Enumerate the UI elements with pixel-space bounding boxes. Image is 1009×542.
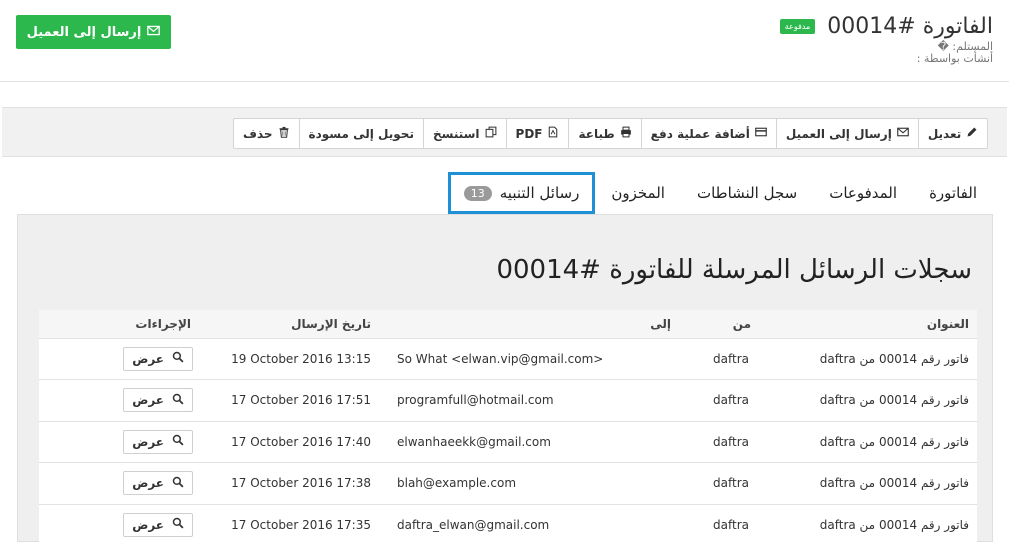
message-log-table: العنوان من إلى تاريخ الإرسال الإجراءات ف… (39, 310, 977, 542)
print-icon (620, 126, 632, 141)
pencil-icon (966, 126, 978, 141)
edit-button[interactable]: تعديل (917, 119, 987, 148)
send-to-client-label: إرسال إلى العميل (26, 24, 142, 40)
row-to: So What <elwan.vip@gmail.com> (379, 338, 679, 380)
tab-notifications-label: رسائل التنبيه (499, 184, 580, 202)
send-to-client-button[interactable]: إرسال إلى العميل (16, 15, 171, 49)
view-button-label: عرض (132, 393, 164, 408)
view-button-label: عرض (132, 517, 164, 532)
row-from: daftra (679, 462, 759, 505)
pdf-button[interactable]: PDF (505, 119, 569, 148)
row-subject: فاتور رقم 00014 من daftra (759, 338, 977, 380)
section-title: سجلات الرسائل المرسلة للفاتورة #00014 (496, 255, 972, 285)
add-payment-button[interactable]: أضافة عملية دفع (640, 119, 776, 148)
row-date: 17 October 2016 17:51 (199, 379, 379, 422)
send-to-client-toolbar-button[interactable]: إرسال إلى العميل (775, 119, 918, 148)
created-by-label: أنشأت بواسطة : (916, 52, 993, 65)
print-label: طباعة (578, 126, 615, 141)
table-row: فاتور رقم 00014 من daftra daftra elwanha… (39, 421, 977, 463)
envelope-icon (147, 24, 161, 41)
row-to: daftra_elwan@gmail.com (379, 504, 679, 542)
table-row: فاتور رقم 00014 من daftra daftra So What… (39, 338, 977, 380)
table-row: فاتور رقم 00014 من daftra daftra program… (39, 379, 977, 422)
row-subject: فاتور رقم 00014 من daftra (759, 462, 977, 505)
view-button[interactable]: عرض (123, 512, 193, 537)
print-button[interactable]: طباعة (568, 119, 640, 148)
row-date: 17 October 2016 17:38 (199, 462, 379, 505)
row-date: 17 October 2016 17:35 (199, 504, 379, 542)
search-icon (172, 517, 184, 532)
row-date: 17 October 2016 17:40 (199, 421, 379, 463)
status-badge: مدفوعة (779, 19, 816, 34)
invoice-toolbar: تعديل إرسال إلى العميل أضافة عملية دفع ط… (233, 118, 989, 149)
header-date: تاريخ الإرسال (199, 310, 379, 339)
row-date: 19 October 2016 13:15 (199, 338, 379, 380)
credit-card-icon (755, 126, 767, 141)
send-to-client-toolbar-label: إرسال إلى العميل (785, 126, 892, 141)
search-icon (172, 476, 184, 491)
add-payment-label: أضافة عملية دفع (650, 126, 750, 141)
view-button[interactable]: عرض (123, 346, 193, 371)
tab-invoice[interactable]: الفاتورة (913, 172, 993, 214)
tab-inventory[interactable]: المخزون (595, 172, 681, 214)
view-button-label: عرض (132, 351, 164, 366)
row-from: daftra (679, 421, 759, 463)
pdf-label: PDF (515, 126, 543, 141)
copy-icon (485, 126, 497, 141)
row-to: programfull@hotmail.com (379, 379, 679, 422)
edit-label: تعديل (927, 126, 962, 141)
tab-activity-log[interactable]: سجل النشاطات (681, 172, 813, 214)
row-from: daftra (679, 379, 759, 422)
copy-button[interactable]: استنسخ (422, 119, 506, 148)
row-subject: فاتور رقم 00014 من daftra (759, 379, 977, 422)
table-row: فاتور رقم 00014 من daftra daftra daftra_… (39, 504, 977, 542)
header-subject: العنوان (759, 310, 977, 339)
header-actions: الإجراءات (39, 310, 199, 339)
page-title: الفاتورة #00014 (827, 14, 993, 39)
convert-to-draft-label: تحويل إلى مسودة (308, 126, 414, 141)
invoice-title-block: الفاتورة #00014 مدفوعة المستلم: � أنشأت … (779, 14, 993, 65)
page-header: الفاتورة #00014 مدفوعة المستلم: � أنشأت … (0, 0, 1009, 82)
row-to: elwanhaeekk@gmail.com (379, 421, 679, 463)
row-to: blah@example.com (379, 462, 679, 505)
invoice-tabs: الفاتورة المدفوعات سجل النشاطات المخزون … (447, 172, 993, 214)
tab-payments[interactable]: المدفوعات (813, 172, 913, 214)
row-from: daftra (679, 338, 759, 380)
view-button[interactable]: عرض (123, 471, 193, 496)
search-icon (172, 351, 184, 366)
convert-to-draft-button[interactable]: تحويل إلى مسودة (298, 119, 423, 148)
view-button-label: عرض (132, 434, 164, 449)
delete-button[interactable]: حذف (234, 119, 299, 148)
table-row: فاتور رقم 00014 من daftra daftra blah@ex… (39, 462, 977, 505)
tab-activity-log-label: سجل النشاطات (696, 184, 798, 202)
trash-icon (278, 126, 290, 141)
copy-label: استنسخ (432, 126, 480, 141)
tab-inventory-label: المخزون (611, 184, 665, 202)
row-from: daftra (679, 504, 759, 542)
delete-label: حذف (243, 126, 273, 141)
row-subject: فاتور رقم 00014 من daftra (759, 504, 977, 542)
table-header-row: العنوان من إلى تاريخ الإرسال الإجراءات (39, 310, 977, 339)
view-button[interactable]: عرض (123, 388, 193, 413)
header-to: إلى (379, 310, 679, 339)
pdf-file-icon (547, 126, 559, 141)
notifications-panel: سجلات الرسائل المرسلة للفاتورة #00014 ال… (17, 214, 993, 542)
header-from: من (679, 310, 759, 339)
envelope-icon (897, 126, 909, 141)
view-button-label: عرض (132, 476, 164, 491)
tab-payments-label: المدفوعات (829, 184, 898, 202)
tab-notifications[interactable]: رسائل التنبيه 13 (447, 172, 596, 214)
search-icon (172, 393, 184, 408)
notifications-count-badge: 13 (463, 185, 492, 201)
row-subject: فاتور رقم 00014 من daftra (759, 421, 977, 463)
tab-invoice-label: الفاتورة (929, 184, 977, 202)
search-icon (172, 434, 184, 449)
view-button[interactable]: عرض (123, 429, 193, 454)
